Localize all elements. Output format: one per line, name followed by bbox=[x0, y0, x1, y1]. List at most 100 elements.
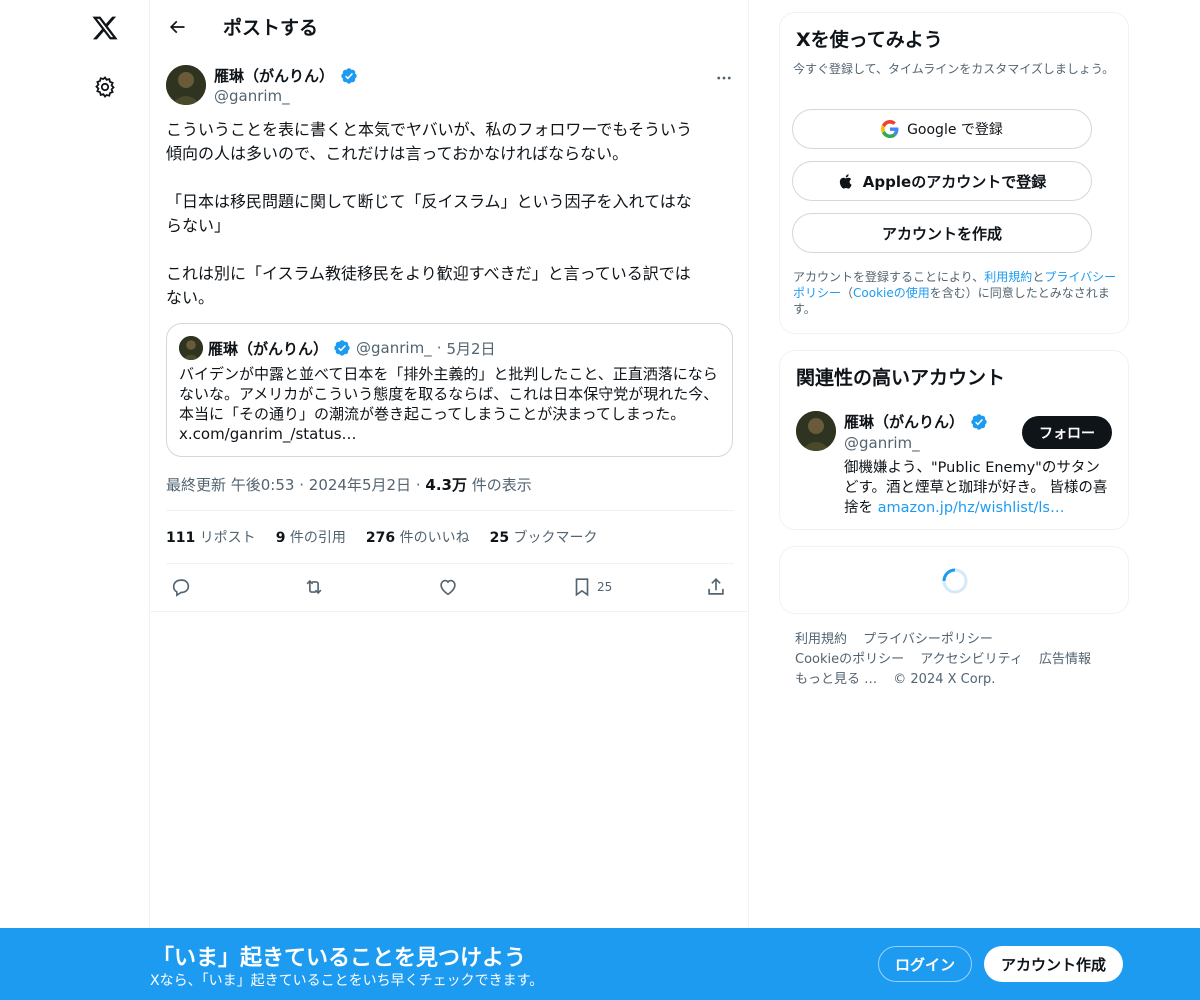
top-bar: ポストする bbox=[150, 0, 748, 53]
footer-links: 利用規約 プライバシーポリシー Cookieのポリシー アクセシビリティ 広告情… bbox=[795, 630, 1125, 690]
bookmark-count: 25 bbox=[597, 580, 613, 594]
google-signup-label: Google で登録 bbox=[907, 122, 1003, 138]
signup-subtitle: 今すぐ登録して、タイムラインをカスタマイズしましょう。 bbox=[793, 62, 1115, 76]
divider bbox=[166, 510, 734, 511]
apple-icon bbox=[839, 173, 852, 189]
bookmark-button[interactable]: 25 bbox=[571, 574, 612, 600]
reply-button[interactable] bbox=[170, 574, 192, 600]
bookmarks-label: ブックマーク bbox=[513, 530, 598, 546]
footer-copyright: © 2024 X Corp. bbox=[893, 672, 996, 687]
reposts-label: リポスト bbox=[199, 530, 256, 546]
footer-cookie-link[interactable]: Cookieのポリシー bbox=[795, 652, 904, 667]
like-icon bbox=[440, 579, 456, 596]
post-date[interactable]: 2024年5月2日 bbox=[309, 476, 411, 494]
verified-badge-icon bbox=[334, 340, 350, 356]
like-button[interactable] bbox=[437, 574, 459, 600]
loading-spinner-icon bbox=[942, 568, 968, 594]
cookie-link[interactable]: Cookieの使用 bbox=[853, 286, 930, 300]
quote-text: バイデンが中露と並べて日本を「排外主義的」と批判したこと、正直洒落になら ないな… bbox=[179, 365, 719, 443]
apple-signup-label: Appleのアカウントで登録 bbox=[862, 172, 1047, 191]
reposts-stat[interactable]: 111 リポスト bbox=[166, 527, 256, 547]
bookmark-icon bbox=[575, 578, 589, 597]
signup-title: Xを使ってみよう bbox=[796, 29, 943, 51]
legal-notice: アカウントを登録することにより、利用規約とプライバシーポリシー（Cookieの使… bbox=[793, 269, 1121, 317]
avatar bbox=[179, 336, 203, 360]
repost-button[interactable] bbox=[303, 574, 325, 600]
repost-icon bbox=[306, 579, 322, 595]
meta-separator: · bbox=[299, 476, 305, 494]
divider bbox=[150, 611, 748, 612]
quote-date: 5月2日 bbox=[446, 339, 496, 358]
gear-icon[interactable] bbox=[93, 75, 117, 99]
author-handle[interactable]: @ganrim_ bbox=[214, 87, 290, 105]
author-name-text[interactable]: 雁琳（がんりん） bbox=[214, 65, 334, 86]
footer-privacy-link[interactable]: プライバシーポリシー bbox=[863, 632, 993, 647]
bio-link[interactable]: amazon.jp/hz/wishlist/ls… bbox=[878, 500, 1065, 516]
banner-subtitle: Xなら、「いま」起きていることをいち早くチェックできます。 bbox=[150, 973, 544, 989]
back-arrow-icon[interactable] bbox=[160, 10, 194, 44]
footer-ads-link[interactable]: 広告情報 bbox=[1039, 652, 1091, 667]
left-nav bbox=[0, 0, 150, 1000]
signup-banner: 「いま」起きていることを見つけよう Xなら、「いま」起きていることをいち早くチェ… bbox=[0, 928, 1200, 1000]
legal-and: と bbox=[1032, 270, 1045, 284]
quotes-label: 件の引用 bbox=[289, 530, 346, 546]
login-button[interactable]: ログイン bbox=[878, 946, 972, 982]
terms-link[interactable]: 利用規約 bbox=[984, 270, 1032, 284]
footer-terms-link[interactable]: 利用規約 bbox=[795, 632, 847, 647]
create-account-button[interactable]: アカウントを作成 bbox=[792, 213, 1092, 253]
related-handle[interactable]: @ganrim_ bbox=[844, 434, 920, 452]
avatar[interactable] bbox=[166, 65, 206, 105]
related-name-text[interactable]: 雁琳（がんりん） bbox=[844, 411, 964, 432]
meta-separator: · bbox=[415, 476, 421, 494]
footer-accessibility-link[interactable]: アクセシビリティ bbox=[920, 652, 1023, 667]
share-icon bbox=[708, 578, 724, 595]
signup-button[interactable]: アカウント作成 bbox=[984, 946, 1123, 982]
bookmarks-stat[interactable]: 25 ブックマーク bbox=[490, 527, 598, 547]
author-name[interactable]: 雁琳（がんりん） bbox=[214, 65, 358, 86]
footer-more-link[interactable]: もっと見る … bbox=[795, 672, 877, 687]
loading-card bbox=[779, 546, 1129, 614]
google-signup-button[interactable]: Google で登録 bbox=[792, 109, 1092, 149]
likes-label: 件のいいね bbox=[399, 530, 470, 546]
create-account-label: アカウントを作成 bbox=[881, 224, 1002, 243]
quoted-post[interactable]: 雁琳（がんりん） @ganrim_ · 5月2日 バイデンが中露と並べて日本を「… bbox=[166, 323, 733, 457]
likes-stat[interactable]: 276 件のいいね bbox=[366, 527, 470, 547]
legal-prefix: アカウントを登録することにより、 bbox=[793, 270, 985, 284]
x-logo-icon[interactable] bbox=[89, 12, 121, 44]
follow-button[interactable]: フォロー bbox=[1022, 416, 1112, 449]
post-text: こういうことを表に書くと本気でヤバいが、私のフォロワーでもそういう 傾向の人は多… bbox=[166, 120, 693, 307]
post-author: 雁琳（がんりん） @ganrim_ bbox=[166, 64, 736, 108]
views-count: 4.3万 bbox=[425, 476, 467, 494]
quote-header: 雁琳（がんりん） @ganrim_ · 5月2日 bbox=[179, 336, 496, 360]
quotes-count: 9 bbox=[275, 530, 286, 546]
page-title: ポストする bbox=[223, 17, 319, 39]
quote-author-handle: @ganrim_ bbox=[356, 339, 432, 357]
related-bio: 御機嫌よう、"Public Enemy"のサタンどす。酒と煙草と珈琲が好き。 皆… bbox=[844, 458, 1114, 518]
related-name[interactable]: 雁琳（がんりん） bbox=[844, 411, 988, 432]
post-actions: 25 bbox=[166, 574, 734, 600]
reposts-count: 111 bbox=[166, 530, 196, 546]
more-icon[interactable] bbox=[712, 66, 736, 90]
bookmarks-count: 25 bbox=[489, 530, 510, 546]
signup-card: Xを使ってみよう 今すぐ登録して、タイムラインをカスタマイズしましょう。 Goo… bbox=[779, 12, 1129, 334]
banner-title: 「いま」起きていることを見つけよう bbox=[152, 946, 527, 971]
views-label: 件の表示 bbox=[471, 476, 532, 494]
divider bbox=[166, 563, 734, 564]
google-icon bbox=[881, 120, 899, 138]
legal-mid: （ bbox=[841, 286, 854, 300]
quote-separator: · bbox=[436, 339, 442, 357]
related-accounts-card: 関連性の高いアカウント 雁琳（がんりん） @ganrim_ フォロー 御機嫌よう… bbox=[779, 350, 1129, 530]
share-button[interactable] bbox=[705, 574, 727, 600]
verified-badge-icon bbox=[971, 413, 987, 430]
post-stats: 111 リポスト 9 件の引用 276 件のいいね 25 ブックマーク bbox=[166, 527, 598, 547]
verified-badge-icon bbox=[341, 67, 357, 84]
post-meta: 最終更新 午後0:53 · 2024年5月2日 · 4.3万 件の表示 bbox=[166, 474, 532, 495]
avatar[interactable] bbox=[796, 411, 836, 451]
quote-author-name: 雁琳（がんりん） bbox=[208, 339, 329, 358]
apple-signup-button[interactable]: Appleのアカウントで登録 bbox=[792, 161, 1092, 201]
quotes-stat[interactable]: 9 件の引用 bbox=[276, 527, 346, 547]
post-updated[interactable]: 最終更新 午後0:53 bbox=[166, 476, 294, 494]
main-column: ポストする 雁琳（がんりん） @ganrim_ こういうことを表に書くと本気でヤ… bbox=[149, 0, 749, 1000]
related-title: 関連性の高いアカウント bbox=[796, 367, 1006, 389]
likes-count: 276 bbox=[365, 530, 396, 546]
